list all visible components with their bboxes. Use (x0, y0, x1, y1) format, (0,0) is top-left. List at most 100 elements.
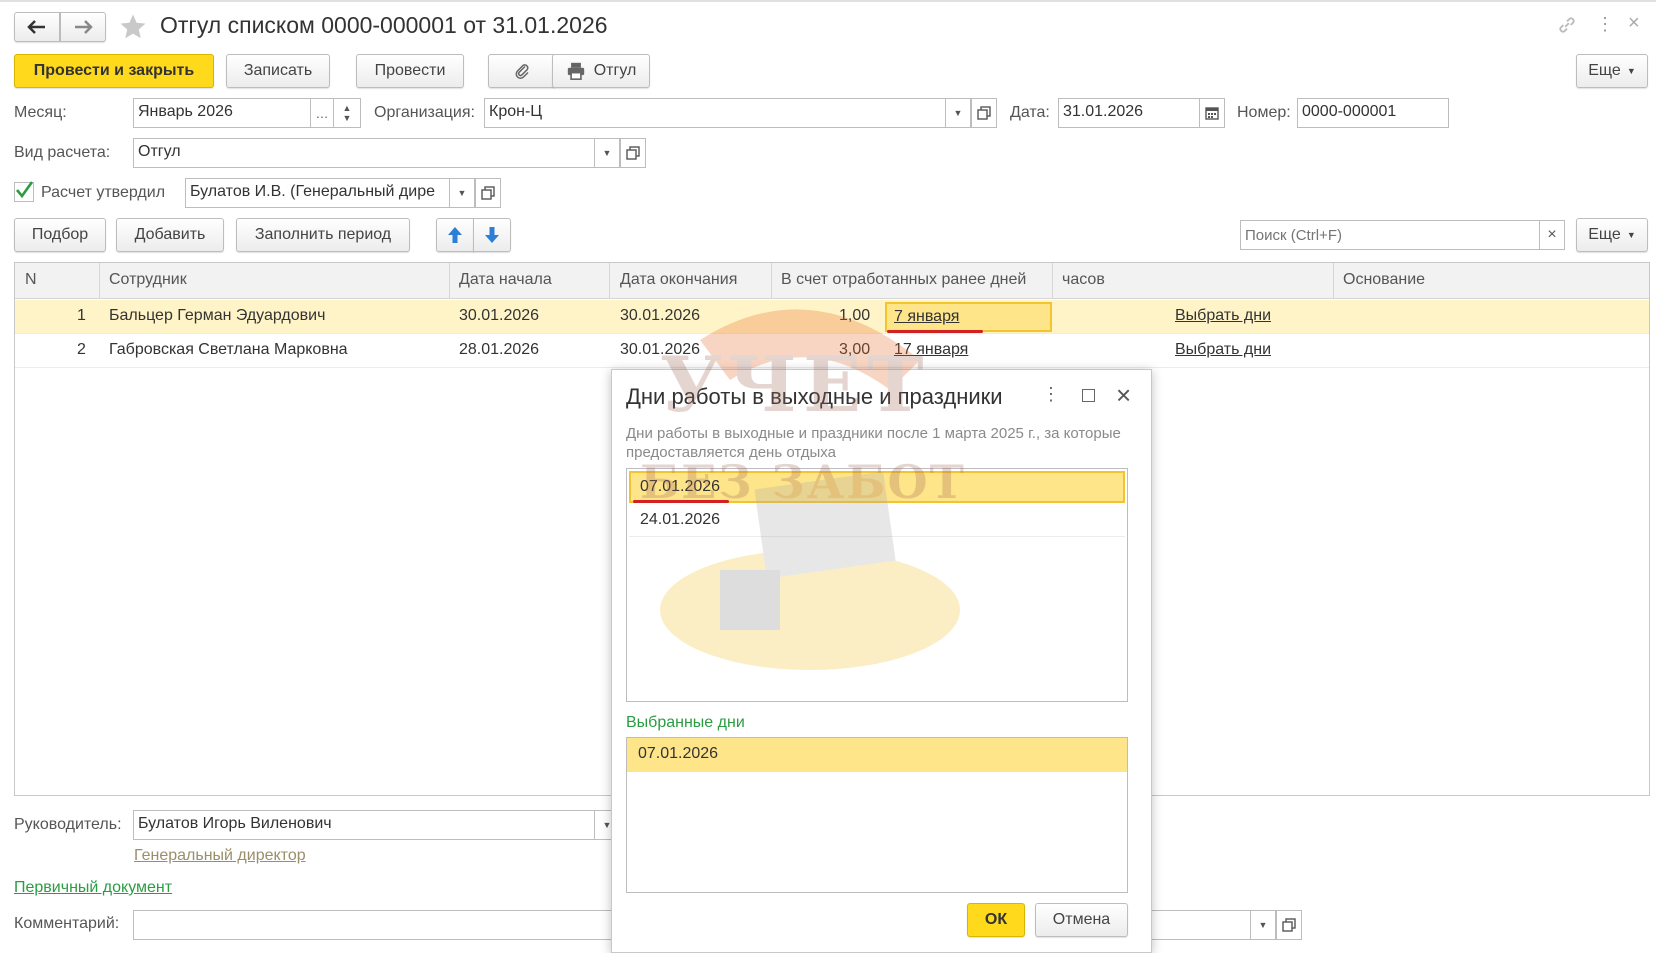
number-label: Номер: (1237, 104, 1291, 121)
list-item[interactable]: 07.01.2026 (627, 738, 1127, 772)
more-label: Еще (1588, 226, 1621, 243)
primary-document-link[interactable]: Первичный документ (14, 879, 172, 897)
move-down-button[interactable] (473, 218, 511, 252)
col-header-n[interactable]: N (25, 271, 37, 289)
worked-date-link[interactable]: 7 января (894, 308, 959, 326)
spin-down-icon: ▼ (342, 113, 352, 123)
comment-dropdown-button[interactable]: ▼ (1250, 910, 1276, 940)
document-title: Отгул списком 0000-000001 от 31.01.2026 (160, 12, 608, 38)
more-vertical-icon[interactable]: ⋮ (1596, 14, 1614, 36)
search-clear-button[interactable]: × (1539, 220, 1565, 250)
worked-date-link[interactable]: 17 января (894, 341, 968, 359)
col-header-start[interactable]: Дата начала (459, 271, 552, 289)
end-date: 30.01.2026 (620, 307, 701, 324)
post-button[interactable]: Провести (356, 54, 464, 88)
dialog-description: Дни работы в выходные и праздники после … (626, 425, 1121, 461)
days-list[interactable]: 07.01.2026 24.01.2026 (626, 468, 1128, 702)
comment-label: Комментарий: (14, 915, 120, 932)
spin-up-icon: ▲ (342, 103, 352, 113)
link-icon[interactable] (1556, 14, 1578, 36)
printer-icon (567, 62, 584, 80)
pick-days-link[interactable]: Выбрать дни (1175, 341, 1271, 359)
calc-type-label: Вид расчета: (14, 144, 111, 161)
number-field[interactable]: 0000-000001 (1297, 98, 1449, 128)
manager-position-link[interactable]: Генеральный директор (134, 847, 306, 865)
calendar-icon (1205, 107, 1219, 120)
month-select-button[interactable]: … (310, 98, 334, 128)
month-field[interactable]: Январь 2026 (133, 98, 311, 128)
calc-type-dropdown-button[interactable]: ▼ (594, 138, 620, 168)
row-number: 2 (77, 341, 86, 358)
print-button[interactable]: Отгул (552, 54, 650, 88)
table-header: N Сотрудник Дата начала Дата окончания В… (15, 263, 1649, 299)
cancel-button[interactable]: Отмена (1035, 903, 1128, 937)
red-underline-mark (633, 500, 729, 503)
forward-button[interactable] (60, 12, 106, 42)
back-button[interactable] (14, 12, 60, 42)
approved-open-button[interactable] (475, 178, 501, 208)
fill-period-button[interactable]: Заполнить период (236, 218, 410, 252)
close-icon: × (1547, 226, 1557, 243)
close-icon[interactable]: × (1116, 380, 1140, 410)
pick-days-link[interactable]: Выбрать дни (1175, 307, 1271, 325)
col-header-employee[interactable]: Сотрудник (109, 271, 187, 289)
more-label: Еще (1588, 62, 1621, 79)
table-row[interactable]: 2 Габровская Светлана Марковна 28.01.202… (15, 334, 1649, 368)
org-dropdown-button[interactable]: ▼ (945, 98, 971, 128)
ok-button[interactable]: ОК (967, 903, 1025, 937)
worked-days-value: 1,00 (839, 307, 871, 324)
maximize-icon[interactable] (1082, 389, 1095, 402)
more-button[interactable]: Еще ▼ (1576, 54, 1648, 88)
table-row[interactable]: 1 Бальцер Герман Эдуардович 30.01.2026 3… (15, 300, 1649, 334)
calc-type-field[interactable]: Отгул (133, 138, 595, 168)
close-icon[interactable]: × (1628, 12, 1648, 36)
col-header-basis[interactable]: Основание (1343, 271, 1425, 289)
checkmark-icon (16, 181, 34, 199)
open-window-icon (1282, 918, 1296, 932)
save-button[interactable]: Записать (226, 54, 330, 88)
approved-label: Расчет утвердил (41, 184, 166, 201)
org-label: Организация: (374, 104, 475, 121)
open-window-icon (481, 186, 495, 200)
open-window-icon (626, 146, 640, 160)
approved-checkbox[interactable] (14, 181, 34, 202)
start-date: 28.01.2026 (459, 341, 540, 358)
list-item[interactable]: 24.01.2026 (629, 505, 1125, 537)
selected-day-value: 07.01.2026 (638, 745, 719, 762)
manager-label: Руководитель: (14, 816, 122, 833)
attach-button[interactable] (488, 54, 556, 88)
paperclip-icon (515, 64, 529, 79)
list-item[interactable]: 07.01.2026 (629, 471, 1125, 503)
calc-type-open-button[interactable] (620, 138, 646, 168)
approved-dropdown-button[interactable]: ▼ (449, 178, 475, 208)
table-more-button[interactable]: Еще ▼ (1576, 218, 1648, 252)
col-header-hours[interactable]: часов (1062, 271, 1105, 289)
favorite-star-icon[interactable] (118, 12, 148, 42)
manager-field[interactable]: Булатов Игорь Виленович (133, 810, 595, 840)
month-spin-button[interactable]: ▲ ▼ (333, 98, 361, 128)
col-header-end[interactable]: Дата окончания (620, 271, 737, 289)
dropdown-arrow-icon: ▼ (1626, 230, 1636, 240)
selected-days-list[interactable]: 07.01.2026 (626, 737, 1128, 893)
comment-open-button[interactable] (1276, 910, 1302, 940)
dialog-title: Дни работы в выходные и праздники (626, 384, 1003, 409)
post-and-close-button[interactable]: Провести и закрыть (14, 54, 214, 88)
col-header-worked-days[interactable]: В счет отработанных ранее дней (781, 271, 1026, 289)
move-up-button[interactable] (436, 218, 474, 252)
add-button[interactable]: Добавить (116, 218, 224, 252)
pick-button[interactable]: Подбор (14, 218, 106, 252)
date-field[interactable]: 31.01.2026 (1058, 98, 1200, 128)
worked-days-value: 3,00 (839, 341, 871, 358)
org-open-button[interactable] (971, 98, 997, 128)
day-value: 24.01.2026 (640, 511, 721, 528)
arrow-right-icon (75, 20, 93, 34)
arrow-up-icon (448, 227, 462, 243)
calendar-button[interactable] (1199, 98, 1225, 128)
org-field[interactable]: Крон-Ц (484, 98, 946, 128)
row-number: 1 (77, 307, 86, 324)
more-vertical-icon[interactable]: ⋮ (1042, 384, 1060, 408)
approved-field[interactable]: Булатов И.В. (Генеральный дире (185, 178, 450, 208)
worked-date-cell[interactable]: 7 января (885, 302, 1052, 332)
search-input[interactable] (1240, 220, 1540, 250)
red-underline-mark (887, 330, 983, 333)
